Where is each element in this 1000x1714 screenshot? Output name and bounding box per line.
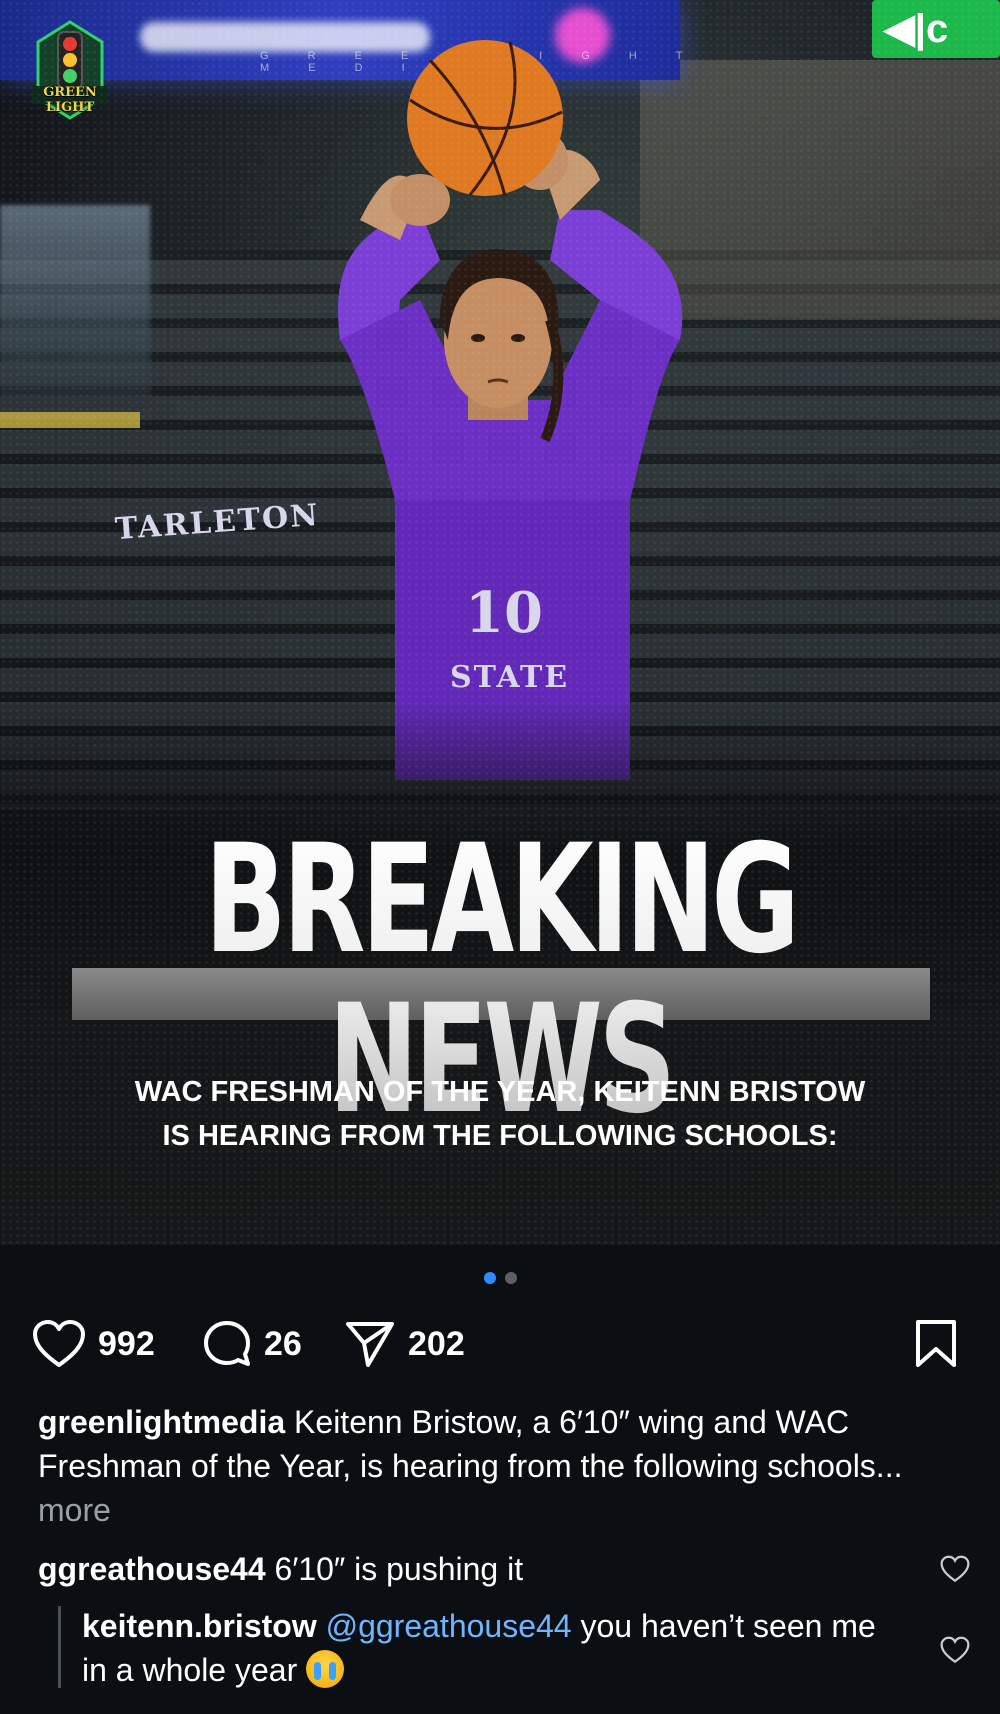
bookmark-icon[interactable] <box>914 1319 958 1369</box>
action-bar: 992 26 202 <box>32 1315 968 1373</box>
reply-item: keitenn.bristow @ggreathouse44 you haven… <box>82 1604 902 1692</box>
reply-mention[interactable]: @ggreathouse44 <box>326 1608 572 1644</box>
carousel-dot[interactable] <box>504 1272 517 1284</box>
logo-text: GREEN LIGHT <box>43 85 97 115</box>
send-icon[interactable] <box>344 1319 396 1369</box>
share-button[interactable]: 202 <box>344 1315 465 1373</box>
comment-username[interactable]: ggreathouse44 <box>38 1551 266 1587</box>
post-image[interactable]: ◀|c G R E E N L I G H T M E D I A GREEN … <box>0 0 1000 1245</box>
reply-like-heart-icon[interactable] <box>940 1636 970 1664</box>
comment-button[interactable]: 26 <box>202 1315 302 1373</box>
reply-username[interactable]: keitenn.bristow <box>82 1608 317 1644</box>
arena-rail <box>0 412 140 428</box>
subheadline-line-2: IS HEARING FROM THE FOLLOWING SCHOOLS: <box>162 1120 838 1152</box>
comment-item: ggreathouse44 6′10″ is pushing it <box>38 1547 918 1591</box>
like-count: 992 <box>98 1324 155 1363</box>
subheadline-text: WAC FRESHMAN OF THE YEAR, KEITENN BRISTO… <box>40 1070 960 1158</box>
jersey-school-bottom: STATE <box>450 660 570 695</box>
carousel-dot-active[interactable] <box>483 1272 496 1284</box>
subheadline-line-1: WAC FRESHMAN OF THE YEAR, KEITENN BRISTO… <box>134 1076 866 1108</box>
caption-username[interactable]: greenlightmedia <box>38 1404 285 1440</box>
comment-count: 26 <box>264 1324 302 1363</box>
comment-bubble-icon[interactable] <box>202 1319 252 1369</box>
carousel-indicator <box>0 1272 1000 1288</box>
jersey-number: 10 <box>465 580 543 646</box>
post-caption: greenlightmedia Keitenn Bristow, a 6′10″… <box>38 1400 918 1532</box>
comment-text: 6′10″ is pushing it <box>274 1551 524 1587</box>
exit-sign: ◀|c <box>872 0 1000 58</box>
more-link[interactable]: more <box>38 1492 111 1528</box>
green-light-media-logo: GREEN LIGHT <box>30 20 110 130</box>
crying-face-icon <box>306 1649 345 1688</box>
reply-thread-line <box>58 1606 61 1688</box>
save-button[interactable] <box>914 1315 958 1373</box>
heart-icon[interactable] <box>32 1319 86 1369</box>
share-count: 202 <box>408 1324 465 1363</box>
like-button[interactable]: 992 <box>32 1315 155 1373</box>
comment-like-heart-icon[interactable] <box>940 1555 970 1583</box>
crowd-background <box>0 205 150 405</box>
